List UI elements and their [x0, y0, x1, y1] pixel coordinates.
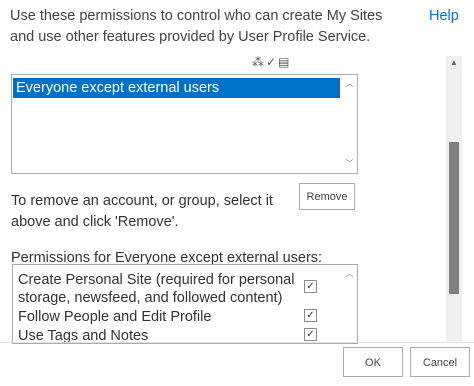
dialog-description: Use these permissions to control who can…: [10, 8, 383, 45]
remove-button[interactable]: Remove: [299, 183, 355, 210]
ok-button[interactable]: OK: [343, 347, 403, 377]
scrollbar-thumb[interactable]: [449, 142, 459, 294]
scroll-up-icon[interactable]: ▲: [446, 56, 462, 70]
permission-create-personal-site: Create Personal Site (required for perso…: [18, 272, 295, 306]
people-check-icon[interactable]: ⁂✓: [252, 55, 278, 69]
picker-icons: ⁂✓▤: [252, 55, 291, 69]
help-link[interactable]: Help: [429, 6, 459, 27]
checkbox-follow-people[interactable]: ✓: [304, 309, 317, 322]
account-list[interactable]: Everyone except external users ︿ ﹀: [11, 74, 358, 174]
scroll-up-icon[interactable]: ︿: [342, 267, 357, 281]
permission-follow-people: Follow People and Edit Profile: [18, 309, 212, 325]
footer-divider: [0, 342, 474, 343]
cancel-button[interactable]: Cancel: [410, 347, 470, 377]
account-list-scrollbar[interactable]: ︿ ﹀: [342, 75, 357, 173]
scroll-up-icon[interactable]: ︿: [342, 77, 357, 91]
remove-instruction: To remove an account, or group, select i…: [11, 193, 273, 230]
permissions-list[interactable]: Create Personal Site (required for perso…: [12, 264, 358, 344]
checkbox-create-personal-site[interactable]: ✓: [304, 280, 317, 293]
address-book-icon[interactable]: ▤: [278, 55, 291, 69]
checkbox-use-tags[interactable]: ✓: [304, 328, 317, 341]
account-item-selected[interactable]: Everyone except external users: [13, 78, 340, 98]
permissions-scrollbar[interactable]: ︿: [342, 265, 357, 343]
dialog-scrollbar[interactable]: ▲: [446, 56, 462, 342]
scroll-down-icon[interactable]: ﹀: [342, 157, 357, 171]
